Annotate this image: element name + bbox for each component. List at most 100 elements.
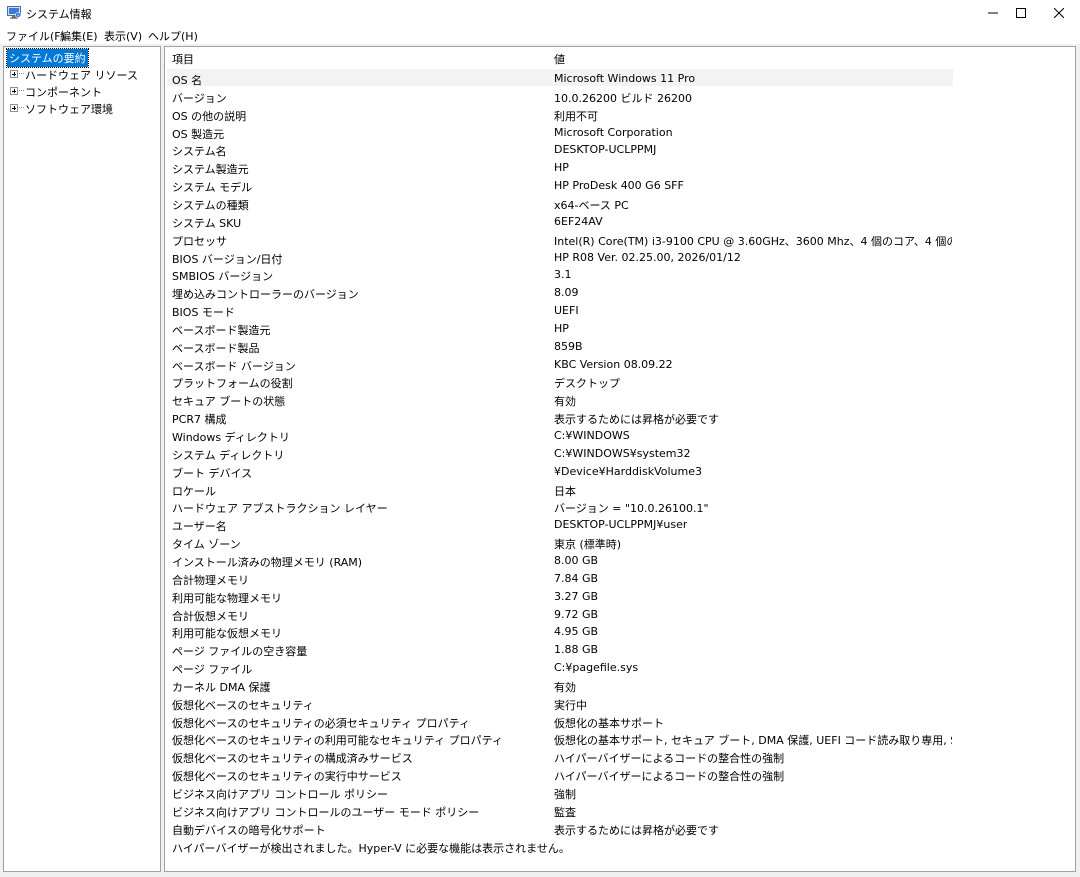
table-row[interactable]: ブート デバイス ¥Device¥HarddiskVolume3 (167, 462, 953, 480)
table-row[interactable]: 合計仮想メモリ 9.72 GB (167, 605, 953, 623)
menu-file[interactable]: ファイル(F) (6, 28, 65, 44)
cell-item: ブート デバイス (172, 466, 253, 480)
cell-item: Windows ディレクトリ (172, 431, 290, 444)
table-row[interactable]: ロケール 日本 (167, 480, 953, 498)
table-row[interactable]: OS 名 Microsoft Windows 11 Pro (167, 69, 953, 87)
maximize-button[interactable] (1004, 0, 1038, 26)
cell-value: 仮想化の基本サポート (554, 716, 664, 730)
table-row[interactable]: OS の他の説明 利用不可 (167, 105, 953, 123)
cell-item: ベースボード製品 (172, 341, 260, 355)
table-row[interactable]: ベースボード製品 859B (167, 337, 953, 355)
table-row[interactable]: ハイパーバイザーが検出されました。Hyper-V に必要な機能は表示されません。 (167, 837, 953, 855)
tree-connector (19, 73, 24, 74)
menu-view[interactable]: 表示(V) (104, 28, 142, 44)
cell-value: C:¥WINDOWS (554, 429, 630, 442)
table-row[interactable]: 仮想化ベースのセキュリティの構成済みサービス ハイパーバイザーによるコードの整合性… (167, 747, 953, 766)
cell-value: デスクトップ (554, 377, 620, 391)
cell-item: システム ディレクトリ (172, 448, 285, 462)
cell-item: ベースボード バージョン (172, 359, 296, 373)
title-bar[interactable]: システム情報 (0, 0, 1080, 26)
cell-value: DESKTOP-UCLPPMJ (554, 143, 657, 157)
column-header-value[interactable]: 値 (554, 51, 565, 67)
tree-expand-icon[interactable] (10, 70, 18, 78)
table-row[interactable]: システム モデル HP ProDesk 400 G6 SFF (167, 176, 953, 194)
cell-value: 日本 (554, 484, 576, 498)
table-row[interactable]: 仮想化ベースのセキュリティの実行中サービス ハイパーバイザーによるコードの整合性の… (167, 765, 953, 784)
table-row[interactable]: BIOS バージョン/日付 HP R08 Ver. 02.25.00, 2026/… (167, 248, 953, 266)
cell-value: HP (554, 321, 569, 335)
table-row[interactable]: ビジネス向けアプリ コントロールのユーザー モード ポリシー 監査 (167, 801, 953, 819)
table-row[interactable]: プラットフォームの役割 デスクトップ (167, 372, 953, 391)
column-header-item[interactable]: 項目 (172, 51, 194, 67)
details-list[interactable]: 項目 値 OS 名 Microsoft Windows 11 Pro バージョン 10… (164, 46, 1076, 872)
table-row[interactable]: システムの種類 x64-ベース PC (167, 194, 953, 212)
cell-item: システム名 (172, 145, 227, 159)
table-row[interactable]: ページ ファイル C:¥pagefile.sys (167, 658, 953, 676)
cell-value: HP ProDesk 400 G6 SFF (554, 179, 684, 193)
tree-expand-icon[interactable] (10, 104, 18, 112)
table-row[interactable]: ハードウェア アブストラクション レイヤー バージョン = "10.0.26100… (167, 497, 953, 515)
cell-item: システム製造元 (172, 163, 249, 177)
cell-value: ハイパーバイザーによるコードの整合性の強制 (554, 770, 785, 784)
table-row[interactable]: OS 製造元 Microsoft Corporation (167, 123, 953, 141)
table-row[interactable]: SMBIOS バージョン 3.1 (167, 265, 953, 283)
cell-value: HP R08 Ver. 02.25.00, 2026/01/12 (554, 250, 741, 264)
table-row[interactable]: カーネル DMA 保護 有効 (167, 676, 953, 694)
cell-item: 自動デバイスの暗号化サポート (172, 823, 326, 837)
tree-item-label: コンポーネント (25, 86, 102, 99)
cell-value: 強制 (554, 788, 576, 801)
cell-item: OS 製造元 (172, 127, 225, 141)
tree-item-label: ソフトウェア環境 (25, 103, 113, 116)
table-row[interactable]: ユーザー名 DESKTOP-UCLPPMJ¥user (167, 515, 953, 533)
table-row[interactable]: 利用可能な仮想メモリ 4.95 GB (167, 622, 953, 640)
cell-item: システム SKU (172, 216, 242, 230)
table-row[interactable]: タイム ゾーン 東京 (標準時) (167, 533, 953, 551)
table-row[interactable]: 仮想化ベースのセキュリティの利用可能なセキュリティ プロパティ 仮想化の基本サポー… (167, 729, 953, 747)
table-row[interactable]: 合計物理メモリ 7.84 GB (167, 569, 953, 587)
table-row[interactable]: BIOS モード UEFI (167, 301, 953, 319)
cell-value: 有効 (554, 395, 576, 409)
table-row[interactable]: ベースボード バージョン KBC Version 08.09.22 (167, 355, 953, 373)
table-row[interactable]: ビジネス向けアプリ コントロール ポリシー 強制 (167, 783, 953, 801)
cell-value: 3.1 (554, 268, 572, 282)
cell-item: バージョン (172, 91, 227, 105)
maximize-icon (1016, 8, 1026, 18)
table-row[interactable]: 仮想化ベースのセキュリティの必須セキュリティ プロパティ 仮想化の基本サポート (167, 712, 953, 730)
table-row[interactable]: セキュア ブートの状態 有効 (167, 390, 953, 409)
category-tree[interactable]: システムの要約 ハードウェア リソース コンポーネント ソフトウェア環境 (3, 46, 161, 872)
table-row[interactable]: バージョン 10.0.26200 ビルド 26200 (167, 87, 953, 105)
cell-item: ビジネス向けアプリ コントロール ポリシー (172, 788, 388, 801)
table-row[interactable]: 自動デバイスの暗号化サポート 表示するためには昇格が必要です (167, 819, 953, 837)
menu-help[interactable]: ヘルプ(H) (148, 28, 198, 44)
table-row[interactable]: 埋め込みコントローラーのバージョン 8.09 (167, 283, 953, 301)
cell-item: 仮想化ベースのセキュリティの構成済みサービス (172, 752, 413, 766)
close-button[interactable] (1042, 0, 1076, 26)
cell-item: 合計仮想メモリ (172, 609, 249, 623)
menu-edit[interactable]: 編集(E) (60, 28, 98, 44)
table-row[interactable]: PCR7 構成 表示するためには昇格が必要です (167, 408, 953, 427)
cell-value: 9.72 GB (554, 607, 599, 621)
table-row[interactable]: システム ディレクトリ C:¥WINDOWS¥system32 (167, 444, 953, 462)
cell-value: KBC Version 08.09.22 (554, 357, 673, 371)
table-row[interactable]: システム名 DESKTOP-UCLPPMJ (167, 140, 953, 159)
tree-expand-icon[interactable] (10, 87, 18, 95)
tree-item-system-summary[interactable]: システムの要約 (6, 48, 89, 68)
minimize-icon (988, 12, 998, 14)
table-row[interactable]: システム製造元 HP (167, 158, 953, 177)
table-row[interactable]: 仮想化ベースのセキュリティ 実行中 (167, 694, 953, 712)
cell-value: 10.0.26200 ビルド 26200 (554, 91, 692, 105)
cell-value: ¥Device¥HarddiskVolume3 (554, 464, 702, 478)
cell-item: 利用可能な物理メモリ (172, 591, 282, 605)
cell-value: 859B (554, 339, 583, 353)
table-row[interactable]: プロセッサ Intel(R) Core(TM) i3-9100 CPU @ 3.6… (167, 230, 953, 248)
table-row[interactable]: Windows ディレクトリ C:¥WINDOWS (167, 426, 953, 444)
cell-value: Intel(R) Core(TM) i3-9100 CPU @ 3.60GHz、… (554, 234, 952, 248)
table-row[interactable]: ページ ファイルの空き容量 1.88 GB (167, 640, 953, 658)
cell-item: カーネル DMA 保護 (172, 680, 271, 694)
table-row[interactable]: 利用可能な物理メモリ 3.27 GB (167, 587, 953, 605)
cell-value: UEFI (554, 304, 579, 318)
table-row[interactable]: ベースボード製造元 HP (167, 319, 953, 337)
table-row[interactable]: システム SKU 6EF24AV (167, 212, 953, 230)
table-row[interactable]: インストール済みの物理メモリ (RAM) 8.00 GB (167, 551, 953, 569)
cell-item: PCR7 構成 (172, 413, 227, 427)
